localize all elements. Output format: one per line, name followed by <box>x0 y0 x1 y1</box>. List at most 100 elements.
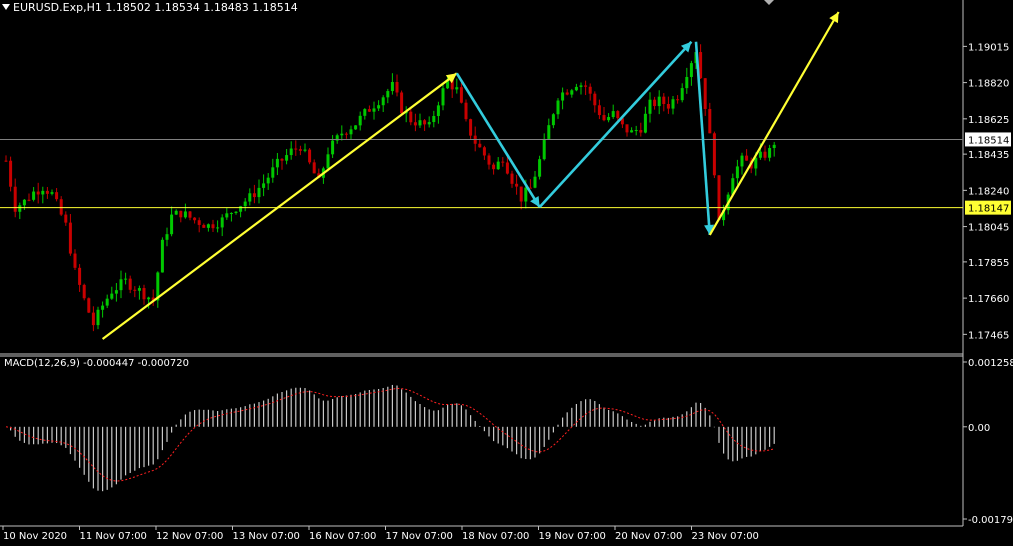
candle-body <box>717 175 721 221</box>
candle-body <box>91 312 95 326</box>
candle-body <box>225 213 229 218</box>
price-chart[interactable]: 1.19015 1.18820 1.18625 1.18435 1.18240 1.180… <box>0 0 1013 542</box>
candle-body <box>124 278 128 280</box>
candle-body <box>735 166 739 179</box>
candle-body <box>87 298 91 313</box>
candle-body <box>574 86 578 91</box>
time-tick-label: 12 Nov 07:00 <box>156 531 223 542</box>
candle-body <box>386 91 390 98</box>
candle-body <box>685 76 689 89</box>
candle-body <box>492 164 496 170</box>
candle-body <box>432 116 436 123</box>
candle-body <box>110 293 114 299</box>
candle-body <box>266 177 270 184</box>
candle-body <box>671 99 675 109</box>
time-tick-label: 11 Nov 07:00 <box>80 531 147 542</box>
candle-body <box>119 279 123 291</box>
candle-body <box>82 284 86 299</box>
candle-body <box>754 157 758 169</box>
candle-body <box>27 199 31 201</box>
candle-body <box>340 133 344 136</box>
candle-body <box>639 130 643 133</box>
time-tick-label: 23 Nov 07:00 <box>692 531 759 542</box>
candle-body <box>390 82 394 92</box>
candle-body <box>137 288 141 291</box>
candle-body <box>298 149 302 151</box>
candle-body <box>519 186 523 202</box>
candle-body <box>533 176 537 188</box>
candle-body <box>358 115 362 126</box>
candle-body <box>18 205 22 212</box>
candle-body <box>427 122 431 125</box>
candle-body <box>464 102 468 120</box>
candle-body <box>708 108 712 134</box>
candle-body <box>542 138 546 160</box>
candle-body <box>170 214 174 235</box>
candle-body <box>239 206 243 212</box>
time-tick-label: 18 Nov 07:00 <box>462 531 529 542</box>
candle-body <box>689 63 693 77</box>
price-tick-label: 1.17465 <box>968 330 1009 341</box>
candle-body <box>763 151 767 158</box>
candle-body <box>114 290 118 294</box>
candle-body <box>653 99 657 107</box>
candle-body <box>285 155 289 161</box>
candle-body <box>551 114 555 126</box>
price-tick-label: 1.18435 <box>968 150 1009 161</box>
candle-body <box>381 97 385 106</box>
candle-body <box>588 86 592 94</box>
dropdown-arrow-icon[interactable] <box>2 4 10 10</box>
time-tick-label: 17 Nov 07:00 <box>386 531 453 542</box>
candle-body <box>367 109 371 112</box>
candle-body <box>68 222 72 254</box>
candle-body <box>308 149 312 163</box>
candle-body <box>395 82 399 93</box>
candle-body <box>280 158 284 161</box>
candle-body <box>459 87 463 103</box>
candle-body <box>147 297 151 300</box>
candle-body <box>211 224 215 229</box>
candle-body <box>160 239 164 273</box>
candle-body <box>73 253 77 268</box>
candle-body <box>478 143 482 148</box>
candle-body <box>487 155 491 165</box>
candle-body <box>128 278 132 290</box>
candle-body <box>616 111 620 119</box>
candle-body <box>648 99 652 114</box>
candle-body <box>662 96 666 104</box>
candle-body <box>165 234 169 240</box>
price-tick-label: 1.18625 <box>968 115 1009 126</box>
time-tick-label: 19 Nov 07:00 <box>539 531 606 542</box>
candle-body <box>611 111 615 118</box>
price-tick-label: 1.18240 <box>968 186 1009 197</box>
candle-body <box>354 125 358 130</box>
candle-body <box>197 220 201 225</box>
candle-body <box>96 309 100 326</box>
candle-body <box>524 187 528 202</box>
candle-body <box>243 201 247 207</box>
candle-body <box>275 158 279 168</box>
candle-body <box>252 193 256 198</box>
symbol-header[interactable]: EURUSD.Exp,H1 1.18502 1.18534 1.18483 1.… <box>2 1 298 14</box>
chart-window[interactable]: 1.19015 1.18820 1.18625 1.18435 1.18240 1.180… <box>0 0 1013 542</box>
candle-body <box>441 88 445 106</box>
time-tick-label: 20 Nov 07:00 <box>615 531 682 542</box>
candle-body <box>496 161 500 170</box>
candle-body <box>758 151 762 158</box>
candle-body <box>657 96 661 107</box>
candle-body <box>202 224 206 228</box>
candle-body <box>248 193 252 202</box>
candle-body <box>363 109 367 116</box>
symbol-ohlc-text: EURUSD.Exp,H1 1.18502 1.18534 1.18483 1.… <box>13 1 298 14</box>
macd-tick-label: 0.001258 <box>968 358 1013 369</box>
candle-body <box>55 192 59 200</box>
candle-body <box>643 113 647 133</box>
candle-body <box>630 130 634 133</box>
candle-body <box>294 148 298 150</box>
candle-body <box>22 199 26 206</box>
candle-body <box>229 212 233 214</box>
candle-body <box>768 148 772 158</box>
candle-body <box>634 130 638 132</box>
candle-body <box>220 217 224 228</box>
macd-label: MACD(12,26,9) -0.000447 -0.000720 <box>4 358 189 369</box>
